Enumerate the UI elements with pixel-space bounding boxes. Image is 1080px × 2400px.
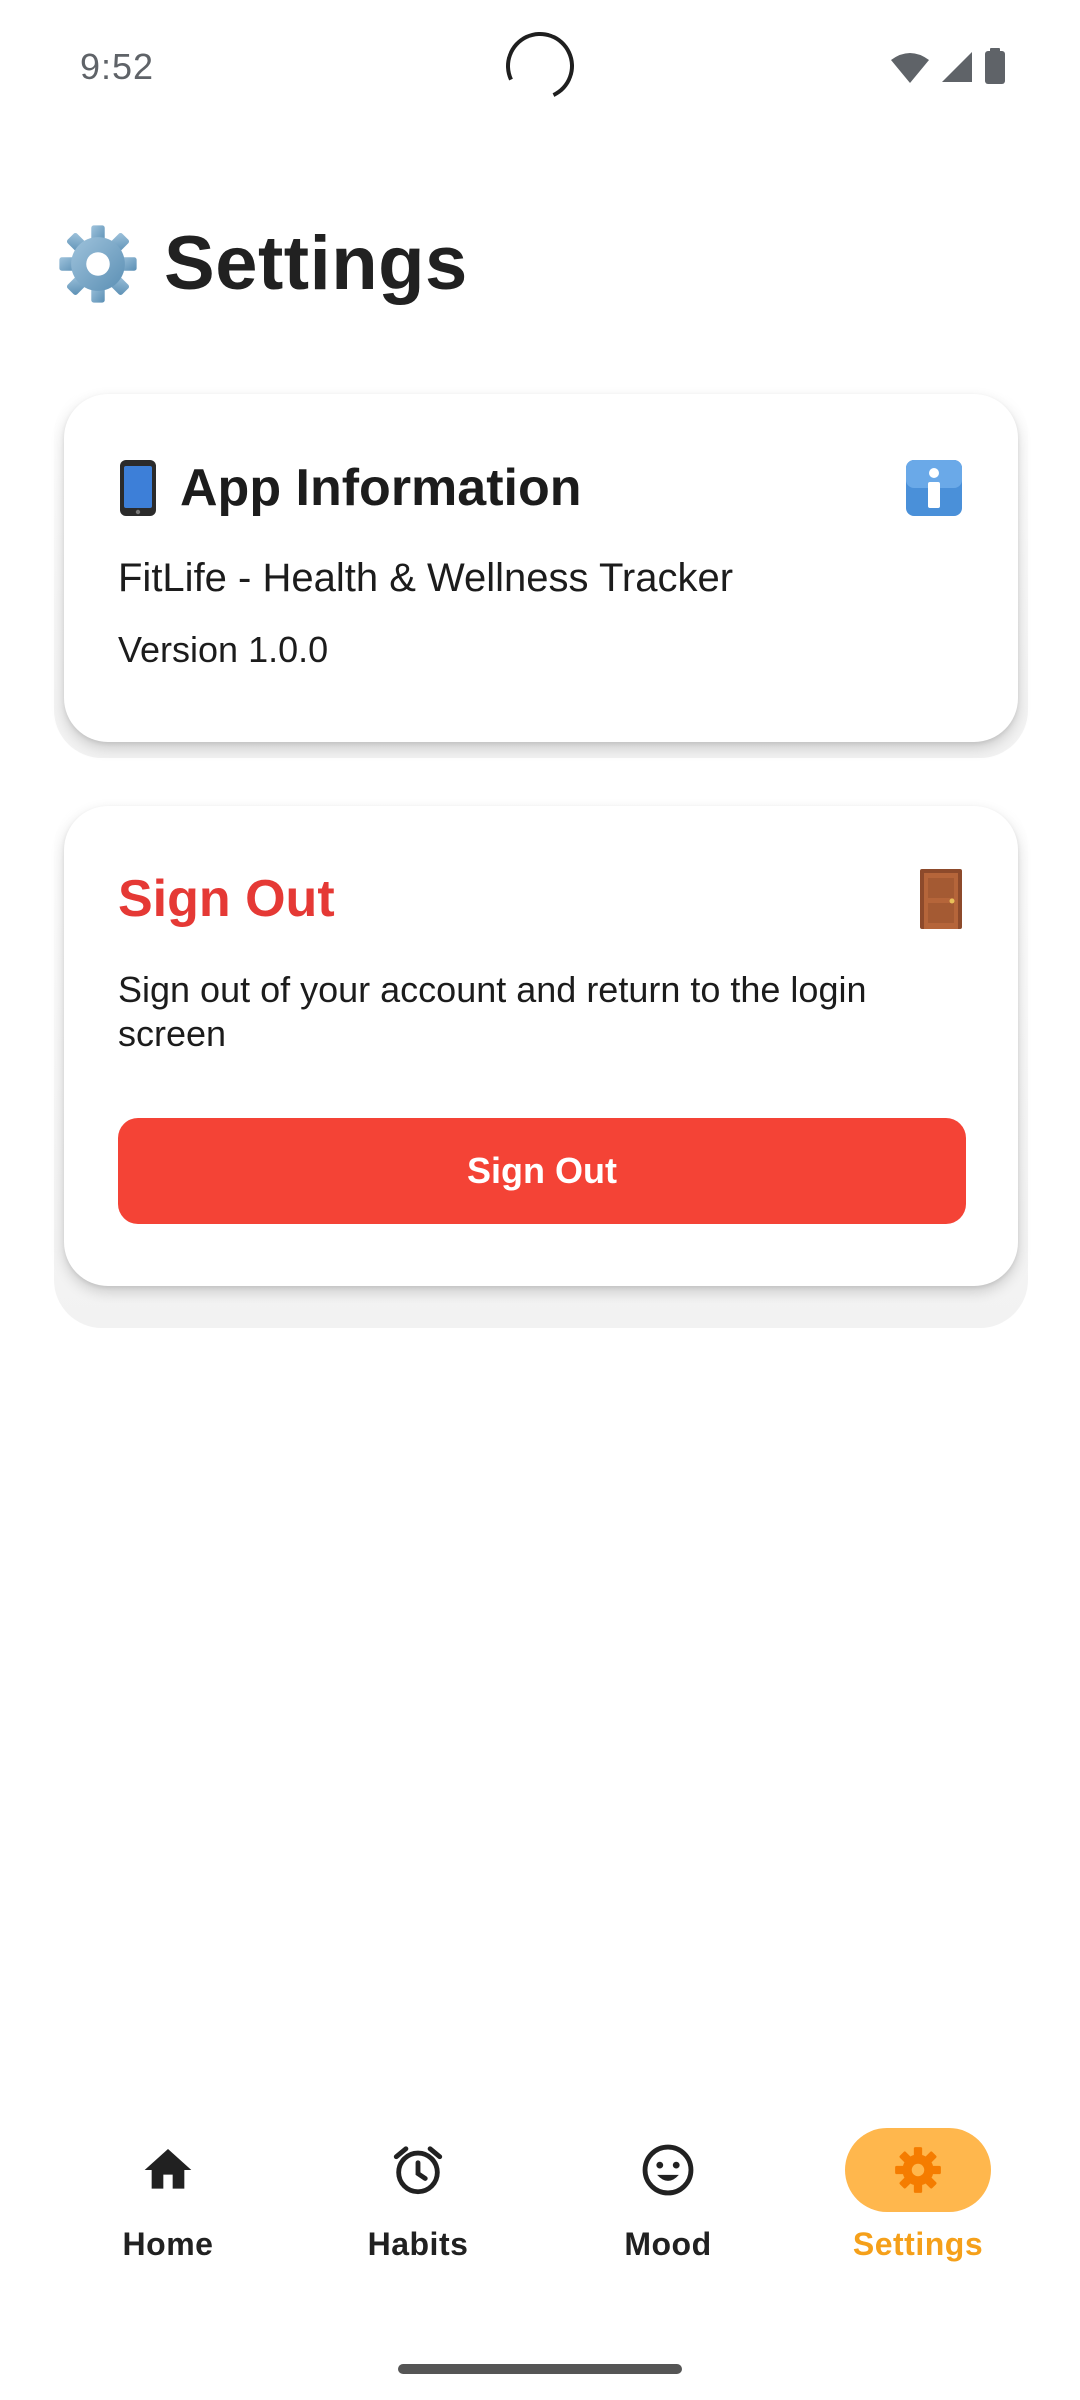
sign-out-description: Sign out of your account and return to t… (118, 969, 867, 1054)
app-name: FitLife - Health & Wellness Tracker (118, 556, 734, 600)
nav-pill (95, 2128, 241, 2212)
status-icons (890, 48, 1006, 84)
page-title: Settings (164, 221, 468, 306)
app-version: Version 1.0.0 (118, 629, 329, 670)
sign-out-card: Sign Out Sign out of your account and re… (64, 806, 1018, 1286)
nav-item-habits[interactable]: Habits (318, 2128, 518, 2263)
app-info-title: App Information (180, 459, 582, 517)
nav-pill (595, 2128, 741, 2212)
camera-cutout (496, 22, 584, 110)
nav-pill-active (845, 2128, 991, 2212)
door-icon (920, 869, 962, 929)
sign-out-title: Sign Out (118, 870, 335, 928)
nav-label-mood: Mood (624, 2226, 712, 2262)
nav-label-settings: Settings (852, 2226, 984, 2262)
smiley-icon (642, 2144, 694, 2196)
alarm-clock-icon (393, 2146, 443, 2195)
gear-icon (895, 2147, 941, 2193)
mobile-phone-icon (120, 460, 156, 516)
sign-out-button[interactable]: Sign Out (118, 1118, 966, 1224)
nav-label-home: Home (122, 2226, 214, 2262)
nav-item-mood[interactable]: Mood (568, 2128, 768, 2263)
status-bar: 9:52 (0, 0, 1080, 136)
nav-label-habits: Habits (367, 2226, 469, 2262)
status-time: 9:52 (80, 46, 155, 87)
signal-icon (942, 52, 972, 82)
gesture-handle[interactable] (398, 2364, 682, 2374)
battery-icon (985, 48, 1005, 84)
gear-icon (59, 224, 137, 303)
page-header: Settings (56, 220, 468, 307)
wifi-icon (891, 53, 929, 83)
nav-pill (345, 2128, 491, 2212)
home-icon (144, 2149, 192, 2189)
info-icon (906, 460, 962, 516)
nav-item-home[interactable]: Home (68, 2128, 268, 2263)
nav-item-settings[interactable]: Settings (818, 2128, 1018, 2263)
app-info-card: App Information FitLife - Health & Welln… (64, 394, 1018, 742)
bottom-navigation: Home Habits Mood Settings (0, 2100, 1080, 2300)
